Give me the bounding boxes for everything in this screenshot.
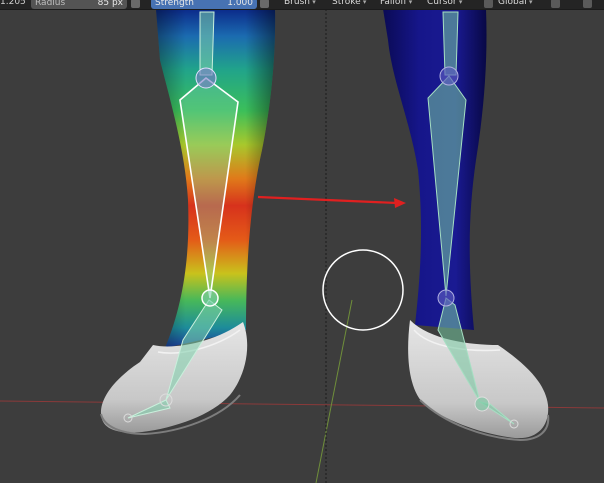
orientation-menu[interactable]: Global: [498, 0, 532, 9]
right-foot-joint[interactable]: [474, 396, 490, 412]
right-thigh-bone-tip[interactable]: [442, 11, 459, 76]
strength-label: Strength: [155, 0, 194, 8]
left-value: 1.205: [0, 0, 26, 7]
right-shoe: [408, 320, 550, 442]
left-ankle-joint[interactable]: [201, 289, 219, 307]
cursor-icon[interactable]: [583, 0, 592, 8]
left-knee-joint[interactable]: [195, 67, 217, 89]
y-axis-line: [315, 299, 353, 483]
radius-field[interactable]: Radius 85 px: [31, 0, 127, 9]
falloff-menu[interactable]: Falloff: [380, 0, 412, 9]
strength-field[interactable]: Strength 1.000: [151, 0, 257, 9]
cursor-menu[interactable]: Cursor: [427, 0, 462, 9]
pressure-icon[interactable]: [131, 0, 140, 8]
radius-label: Radius: [35, 0, 66, 8]
gizmo-icon[interactable]: [484, 0, 493, 8]
red-arrow-annotation: [257, 195, 406, 208]
right-knee-joint[interactable]: [439, 66, 459, 86]
radius-value: 85 px: [97, 0, 123, 8]
snap-icon[interactable]: [551, 0, 560, 8]
strength-value: 1.000: [227, 0, 253, 8]
brush-cursor-circle[interactable]: [322, 249, 404, 331]
pressure-icon[interactable]: [260, 0, 269, 8]
right-ankle-joint[interactable]: [437, 289, 455, 307]
left-thigh-bone-tip[interactable]: [199, 11, 215, 76]
3d-viewport[interactable]: [0, 0, 604, 483]
tool-header: 1.205 Radius 85 px Strength 1.000 Brush …: [0, 0, 604, 10]
stroke-menu[interactable]: Stroke: [332, 0, 366, 9]
brush-menu[interactable]: Brush: [284, 0, 316, 9]
